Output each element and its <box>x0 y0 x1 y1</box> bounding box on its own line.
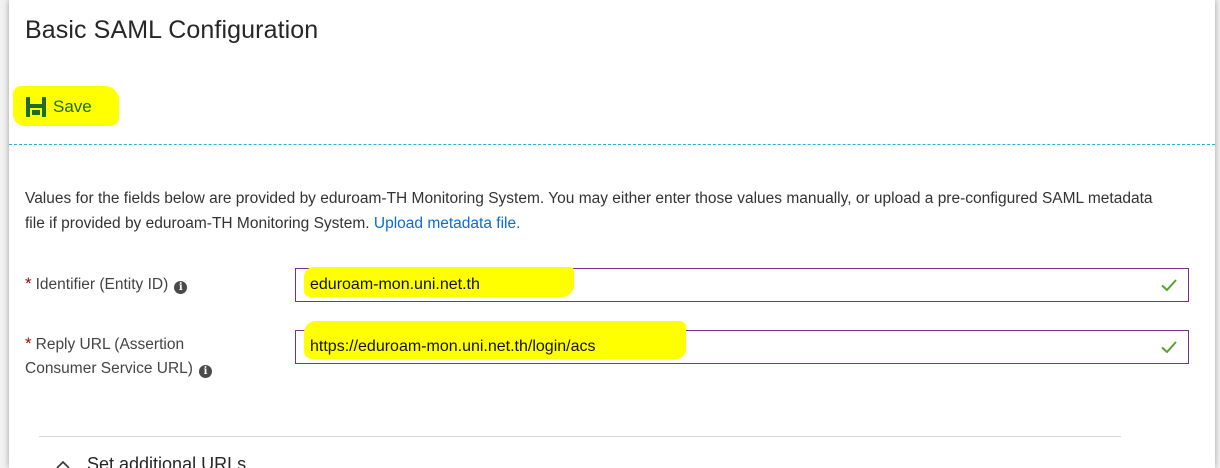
check-icon <box>1161 279 1177 292</box>
reply-url-label-line1: Reply URL (Assertion <box>35 336 185 353</box>
info-icon[interactable]: i <box>198 365 212 378</box>
page-title: Basic SAML Configuration <box>25 16 319 44</box>
reply-url-value: https://eduroam-mon.uni.net.th/login/acs <box>310 338 596 355</box>
identifier-label: * Identifier (Entity ID) i <box>25 272 188 297</box>
saml-config-panel: Basic SAML Configuration Save Values for… <box>9 0 1215 468</box>
form-description: Values for the fields below are provided… <box>25 186 1175 236</box>
info-icon[interactable]: i <box>174 281 188 294</box>
identifier-input[interactable]: eduroam-mon.uni.net.th <box>295 267 1189 302</box>
upload-metadata-link[interactable]: Upload metadata file. <box>374 215 520 232</box>
required-marker: * <box>25 334 32 353</box>
reply-url-label: * Reply URL (Assertion Consumer Service U… <box>25 332 212 381</box>
save-label: Save <box>53 97 92 116</box>
section-divider <box>39 436 1121 437</box>
identifier-value: eduroam-mon.uni.net.th <box>310 276 480 293</box>
identifier-label-text: Identifier (Entity ID) <box>35 276 169 293</box>
save-icon <box>26 97 46 117</box>
required-marker: * <box>25 274 32 293</box>
chevron-up-icon <box>56 460 70 468</box>
reply-url-input[interactable]: https://eduroam-mon.uni.net.th/login/acs <box>295 321 1189 364</box>
save-button[interactable]: Save <box>25 92 92 122</box>
additional-urls-label: Set additional URLs <box>87 454 247 468</box>
reply-url-label-line2: Consumer Service URL) <box>25 360 193 377</box>
additional-urls-toggle[interactable]: Set additional URLs <box>55 454 246 468</box>
check-icon <box>1161 341 1177 354</box>
toolbar-divider <box>9 144 1215 145</box>
description-text: Values for the fields below are provided… <box>25 190 1153 232</box>
